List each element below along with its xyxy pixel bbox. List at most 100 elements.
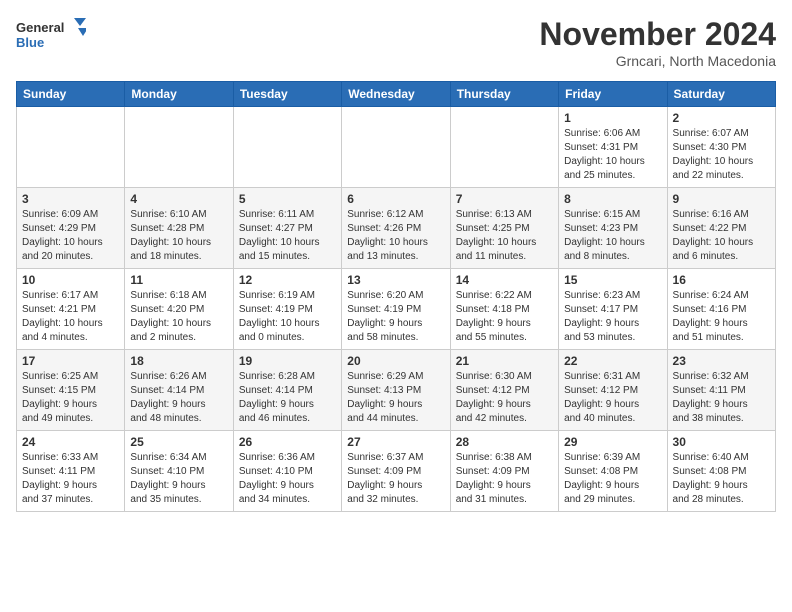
day-number: 21 [456, 354, 553, 368]
calendar-cell: 10 Sunrise: 6:17 AM Sunset: 4:21 PM Dayli… [17, 269, 125, 350]
day-number: 11 [130, 273, 227, 287]
day-info: Sunrise: 6:39 AM Sunset: 4:08 PM Dayligh… [564, 451, 661, 507]
calendar-cell: 12 Sunrise: 6:19 AM Sunset: 4:19 PM Dayli… [233, 269, 341, 350]
day-info: Sunrise: 6:33 AM Sunset: 4:11 PM Dayligh… [22, 451, 119, 507]
day-info: Sunrise: 6:28 AM Sunset: 4:14 PM Dayligh… [239, 370, 336, 426]
day-info: Sunrise: 6:20 AM Sunset: 4:19 PM Dayligh… [347, 289, 444, 345]
day-number: 27 [347, 435, 444, 449]
calendar-cell: 30Sunrise: 6:40 AM Sunset: 4:08 PM Dayli… [667, 431, 775, 512]
calendar-cell: 26Sunrise: 6:36 AM Sunset: 4:10 PM Dayli… [233, 431, 341, 512]
calendar-cell: 15 Sunrise: 6:23 AM Sunset: 4:17 PM Dayli… [559, 269, 667, 350]
calendar-weekday-header: Wednesday [342, 82, 450, 107]
day-number: 2 [673, 111, 770, 125]
calendar-cell: 3 Sunrise: 6:09 AM Sunset: 4:29 PM Daylig… [17, 188, 125, 269]
calendar-weekday-header: Monday [125, 82, 233, 107]
calendar-cell: 22 Sunrise: 6:31 AM Sunset: 4:12 PM Dayli… [559, 350, 667, 431]
calendar-cell: 13 Sunrise: 6:20 AM Sunset: 4:19 PM Dayli… [342, 269, 450, 350]
calendar-cell [125, 107, 233, 188]
calendar-cell [450, 107, 558, 188]
calendar-cell: 17Sunrise: 6:25 AM Sunset: 4:15 PM Dayli… [17, 350, 125, 431]
month-title: November 2024 [539, 16, 776, 53]
day-number: 16 [673, 273, 770, 287]
day-info: Sunrise: 6:24 AM Sunset: 4:16 PM Dayligh… [673, 289, 770, 345]
day-number: 6 [347, 192, 444, 206]
day-info: Sunrise: 6:32 AM Sunset: 4:11 PM Dayligh… [673, 370, 770, 426]
day-info: Sunrise: 6:22 AM Sunset: 4:18 PM Dayligh… [456, 289, 553, 345]
day-number: 22 [564, 354, 661, 368]
calendar-cell: 23 Sunrise: 6:32 AM Sunset: 4:11 PM Dayli… [667, 350, 775, 431]
svg-text:General: General [16, 20, 64, 35]
day-info: Sunrise: 6:23 AM Sunset: 4:17 PM Dayligh… [564, 289, 661, 345]
calendar-cell: 25 Sunrise: 6:34 AM Sunset: 4:10 PM Dayli… [125, 431, 233, 512]
calendar-table: SundayMondayTuesdayWednesdayThursdayFrid… [16, 81, 776, 512]
calendar-weekday-header: Friday [559, 82, 667, 107]
day-number: 9 [673, 192, 770, 206]
calendar-cell: 5Sunrise: 6:11 AM Sunset: 4:27 PM Daylig… [233, 188, 341, 269]
calendar-cell: 20 Sunrise: 6:29 AM Sunset: 4:13 PM Dayli… [342, 350, 450, 431]
svg-text:Blue: Blue [16, 35, 44, 50]
day-info: Sunrise: 6:36 AM Sunset: 4:10 PM Dayligh… [239, 451, 336, 507]
day-info: Sunrise: 6:30 AM Sunset: 4:12 PM Dayligh… [456, 370, 553, 426]
calendar-cell: 29 Sunrise: 6:39 AM Sunset: 4:08 PM Dayli… [559, 431, 667, 512]
calendar-week-row: 24 Sunrise: 6:33 AM Sunset: 4:11 PM Dayli… [17, 431, 776, 512]
logo-svg: General Blue [16, 16, 86, 56]
day-info: Sunrise: 6:12 AM Sunset: 4:26 PM Dayligh… [347, 208, 444, 264]
calendar-week-row: 10 Sunrise: 6:17 AM Sunset: 4:21 PM Dayli… [17, 269, 776, 350]
logo: General Blue [16, 16, 86, 56]
day-info: Sunrise: 6:15 AM Sunset: 4:23 PM Dayligh… [564, 208, 661, 264]
calendar-cell: 27 Sunrise: 6:37 AM Sunset: 4:09 PM Dayli… [342, 431, 450, 512]
day-number: 23 [673, 354, 770, 368]
day-info: Sunrise: 6:31 AM Sunset: 4:12 PM Dayligh… [564, 370, 661, 426]
calendar-weekday-header: Tuesday [233, 82, 341, 107]
calendar-cell [233, 107, 341, 188]
calendar-week-row: 17Sunrise: 6:25 AM Sunset: 4:15 PM Dayli… [17, 350, 776, 431]
day-number: 3 [22, 192, 119, 206]
day-info: Sunrise: 6:09 AM Sunset: 4:29 PM Dayligh… [22, 208, 119, 264]
location: Grncari, North Macedonia [539, 53, 776, 69]
calendar-cell [342, 107, 450, 188]
day-number: 4 [130, 192, 227, 206]
calendar-cell: 1Sunrise: 6:06 AM Sunset: 4:31 PM Daylig… [559, 107, 667, 188]
calendar-cell: 14 Sunrise: 6:22 AM Sunset: 4:18 PM Dayli… [450, 269, 558, 350]
day-number: 28 [456, 435, 553, 449]
day-number: 18 [130, 354, 227, 368]
day-number: 17 [22, 354, 119, 368]
calendar-cell: 28Sunrise: 6:38 AM Sunset: 4:09 PM Dayli… [450, 431, 558, 512]
day-number: 12 [239, 273, 336, 287]
day-number: 10 [22, 273, 119, 287]
day-number: 29 [564, 435, 661, 449]
calendar-cell: 6 Sunrise: 6:12 AM Sunset: 4:26 PM Daylig… [342, 188, 450, 269]
calendar-cell: 4 Sunrise: 6:10 AM Sunset: 4:28 PM Daylig… [125, 188, 233, 269]
calendar-cell: 18Sunrise: 6:26 AM Sunset: 4:14 PM Dayli… [125, 350, 233, 431]
calendar-header-row: SundayMondayTuesdayWednesdayThursdayFrid… [17, 82, 776, 107]
day-number: 25 [130, 435, 227, 449]
calendar-cell: 21 Sunrise: 6:30 AM Sunset: 4:12 PM Dayli… [450, 350, 558, 431]
day-number: 20 [347, 354, 444, 368]
calendar-weekday-header: Saturday [667, 82, 775, 107]
calendar-cell: 9Sunrise: 6:16 AM Sunset: 4:22 PM Daylig… [667, 188, 775, 269]
calendar-weekday-header: Thursday [450, 82, 558, 107]
calendar-week-row: 3 Sunrise: 6:09 AM Sunset: 4:29 PM Daylig… [17, 188, 776, 269]
calendar-cell: 19Sunrise: 6:28 AM Sunset: 4:14 PM Dayli… [233, 350, 341, 431]
day-info: Sunrise: 6:13 AM Sunset: 4:25 PM Dayligh… [456, 208, 553, 264]
calendar-cell: 16 Sunrise: 6:24 AM Sunset: 4:16 PM Dayli… [667, 269, 775, 350]
day-number: 14 [456, 273, 553, 287]
title-block: November 2024 Grncari, North Macedonia [539, 16, 776, 69]
day-info: Sunrise: 6:17 AM Sunset: 4:21 PM Dayligh… [22, 289, 119, 345]
day-info: Sunrise: 6:37 AM Sunset: 4:09 PM Dayligh… [347, 451, 444, 507]
day-info: Sunrise: 6:10 AM Sunset: 4:28 PM Dayligh… [130, 208, 227, 264]
day-info: Sunrise: 6:07 AM Sunset: 4:30 PM Dayligh… [673, 127, 770, 183]
calendar-week-row: 1Sunrise: 6:06 AM Sunset: 4:31 PM Daylig… [17, 107, 776, 188]
day-info: Sunrise: 6:19 AM Sunset: 4:19 PM Dayligh… [239, 289, 336, 345]
day-info: Sunrise: 6:34 AM Sunset: 4:10 PM Dayligh… [130, 451, 227, 507]
calendar-cell: 11Sunrise: 6:18 AM Sunset: 4:20 PM Dayli… [125, 269, 233, 350]
calendar-weekday-header: Sunday [17, 82, 125, 107]
day-number: 7 [456, 192, 553, 206]
calendar-cell: 2 Sunrise: 6:07 AM Sunset: 4:30 PM Daylig… [667, 107, 775, 188]
day-number: 13 [347, 273, 444, 287]
day-info: Sunrise: 6:11 AM Sunset: 4:27 PM Dayligh… [239, 208, 336, 264]
day-number: 30 [673, 435, 770, 449]
day-number: 24 [22, 435, 119, 449]
day-info: Sunrise: 6:29 AM Sunset: 4:13 PM Dayligh… [347, 370, 444, 426]
day-number: 15 [564, 273, 661, 287]
